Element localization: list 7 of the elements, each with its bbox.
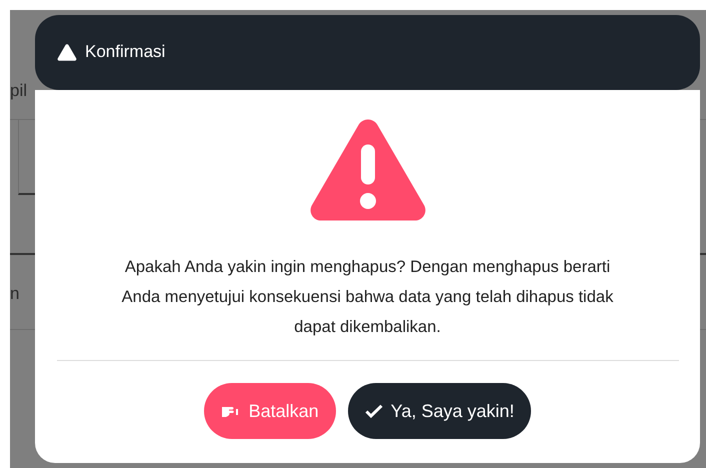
dialog-message: Apakah Anda yakin ingin menghapus? Dengan menghapus berarti Anda menyetujui konsekuensi bahwa data yang telah dihapus tidak dapat dikembalikan.	[120, 257, 614, 338]
page-text: n	[10, 284, 20, 303]
warning-icon	[57, 42, 77, 60]
check-icon	[364, 404, 383, 418]
dialog-title: Konfirmasi	[85, 40, 166, 63]
confirm-button[interactable]: Ya, Saya yakin!	[348, 383, 532, 439]
page-text: pil	[10, 81, 28, 100]
